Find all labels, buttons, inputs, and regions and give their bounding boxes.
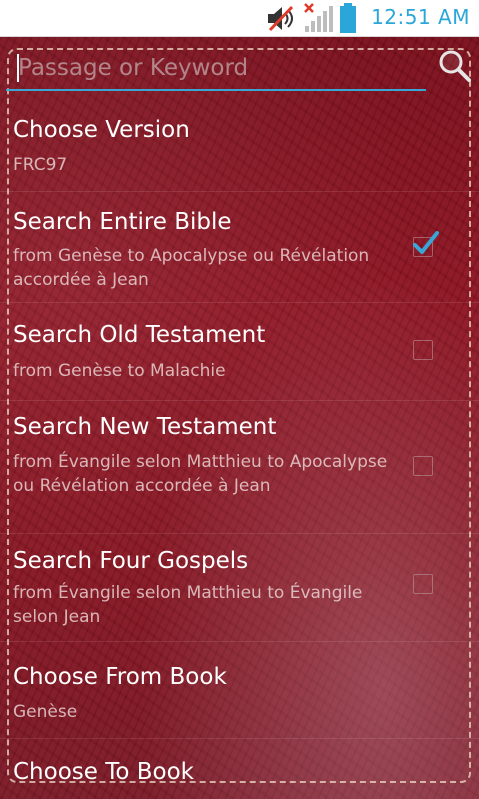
option-title: Choose Version <box>13 117 190 143</box>
search-entire-bible-checkbox[interactable] <box>413 231 439 257</box>
search-icon[interactable] <box>437 48 473 84</box>
option-subtitle: Genèse <box>13 702 78 722</box>
text-cursor <box>17 54 19 82</box>
option-title: Search Four Gospels <box>13 548 249 574</box>
check-mark-icon <box>413 231 439 254</box>
option-title: Search Entire Bible <box>13 209 232 235</box>
signal-off-icon <box>302 0 334 37</box>
option-title: Choose From Book <box>13 664 227 690</box>
option-subtitle: from Genèse to Malachie <box>13 361 226 381</box>
search-old-testament-item[interactable]: Search Old Testament from Genèse to Mala… <box>0 303 479 401</box>
search-input[interactable] <box>6 47 426 91</box>
search-settings-panel: Choose Version FRC97 Search Entire Bible… <box>0 37 479 799</box>
battery-icon <box>337 0 359 37</box>
option-title: Search Old Testament <box>13 322 266 348</box>
search-entire-bible-item[interactable]: Search Entire Bible from Genèse to Apoca… <box>0 192 479 303</box>
choose-to-book-item[interactable]: Choose To Book <box>0 739 479 799</box>
choose-version-item[interactable]: Choose Version FRC97 <box>0 97 479 192</box>
option-title: Choose To Book <box>13 759 194 785</box>
option-subtitle: from Évangile selon Matthieu to Évangile… <box>13 583 363 627</box>
option-subtitle: from Genèse to Apocalypse ou Révélation … <box>13 246 370 290</box>
option-title: Search New Testament <box>13 414 277 440</box>
clock: 12:51 AM <box>371 5 470 29</box>
search-old-testament-checkbox[interactable] <box>413 340 433 360</box>
search-new-testament-checkbox[interactable] <box>413 456 433 476</box>
search-new-testament-item[interactable]: Search New Testament from Évangile selon… <box>0 401 479 534</box>
choose-from-book-item[interactable]: Choose From Book Genèse <box>0 642 479 739</box>
option-subtitle: FRC97 <box>13 155 68 175</box>
search-four-gospels-checkbox[interactable] <box>413 574 433 594</box>
speaker-muted-icon <box>265 0 297 37</box>
search-four-gospels-item[interactable]: Search Four Gospels from Évangile selon … <box>0 534 479 642</box>
status-bar: 12:51 AM <box>0 0 479 37</box>
option-subtitle: from Évangile selon Matthieu to Apocalyp… <box>13 452 388 496</box>
